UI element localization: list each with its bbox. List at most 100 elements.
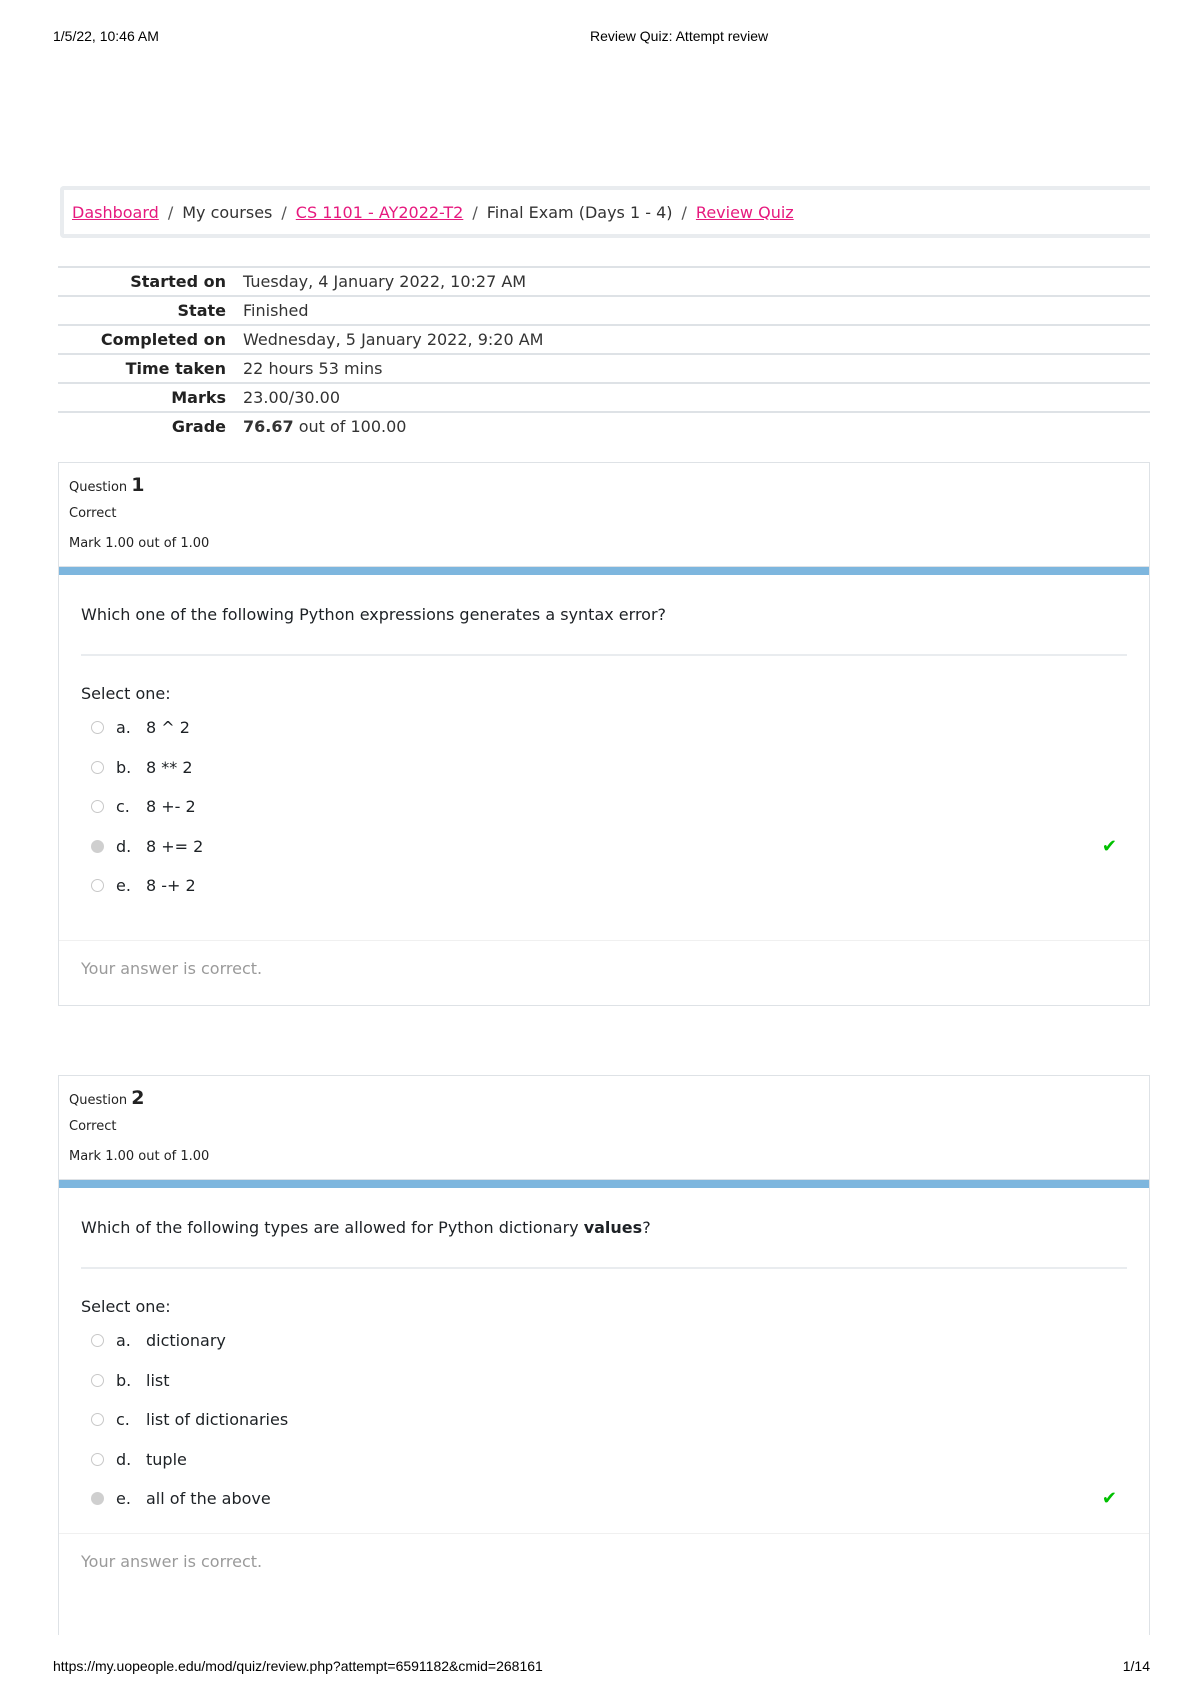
radio-button[interactable] [91, 1413, 104, 1427]
answer-letter: d. [116, 836, 132, 856]
summary-row-completed: Completed on Wednesday, 5 January 2022, … [58, 324, 1150, 354]
question-divider-bar [59, 567, 1149, 575]
answer-option-d[interactable]: d. 8 += 2 ✔ [81, 827, 1127, 867]
question-text: Which of the following types are allowed… [81, 1188, 1127, 1269]
radio-button[interactable] [91, 1452, 104, 1466]
print-url: https://my.uopeople.edu/mod/quiz/review.… [53, 1658, 543, 1674]
question-state: Correct [69, 506, 117, 521]
question-feedback: Your answer is correct. [59, 1532, 1149, 1589]
answer-letter: e. [116, 1489, 131, 1509]
breadcrumb-separator: / [167, 202, 174, 222]
print-footer: https://my.uopeople.edu/mod/quiz/review.… [0, 1658, 1200, 1678]
print-page-number: 1/14 [1122, 1658, 1150, 1674]
answer-text: list [146, 1370, 170, 1390]
select-one-label: Select one: [81, 684, 171, 703]
breadcrumb-review-quiz[interactable]: Review Quiz [696, 203, 794, 222]
breadcrumb-separator: / [281, 202, 287, 222]
summary-row-state: State Finished [58, 295, 1150, 325]
radio-button[interactable] [91, 1373, 104, 1387]
question-mark: Mark 1.00 out of 1.00 [69, 536, 210, 551]
answer-option-c[interactable]: c. 8 +- 2 [81, 787, 1127, 827]
answer-text: dictionary [146, 1331, 226, 1351]
answer-text: 8 -+ 2 [146, 876, 196, 896]
breadcrumb-dashboard[interactable]: Dashboard [72, 203, 159, 222]
breadcrumb-separator: / [472, 202, 478, 222]
question-prefix: Question [69, 480, 128, 495]
answer-letter: c. [116, 1410, 130, 1430]
question-prefix: Question [69, 1093, 128, 1108]
correct-check-icon: ✔ [1101, 1488, 1117, 1510]
select-one-label: Select one: [81, 1297, 171, 1316]
print-header: 1/5/22, 10:46 AM Review Quiz: Attempt re… [0, 28, 1200, 48]
question-text: Which one of the following Python expres… [81, 575, 1127, 656]
answer-option-e[interactable]: e. 8 -+ 2 [81, 866, 1127, 906]
question-feedback: Your answer is correct. [59, 939, 1149, 996]
grade-score: 76.67 [243, 417, 294, 436]
question-info: Question 2 Correct Mark 1.00 out of 1.00 [59, 1076, 1149, 1180]
answer-option-a[interactable]: a. dictionary [81, 1321, 1127, 1361]
answer-letter: a. [116, 718, 131, 738]
answer-text: 8 ^ 2 [146, 718, 190, 738]
question-mark: Mark 1.00 out of 1.00 [69, 1149, 210, 1164]
summary-label: Completed on [58, 324, 243, 354]
question-number: 2 [131, 1087, 145, 1109]
correct-check-icon: ✔ [1101, 835, 1117, 857]
question-text-part: ? [642, 1218, 651, 1237]
radio-button[interactable] [91, 1334, 104, 1348]
breadcrumb-course[interactable]: CS 1101 - AY2022-T2 [296, 203, 464, 222]
answer-text: 8 +- 2 [146, 797, 196, 817]
summary-row-grade: Grade 76.67 out of 100.00 [58, 411, 1150, 440]
radio-button[interactable] [91, 721, 104, 735]
question-1: Question 1 Correct Mark 1.00 out of 1.00… [58, 462, 1150, 1006]
radio-button[interactable] [91, 800, 104, 814]
summary-value: 22 hours 53 mins [243, 353, 1150, 383]
answer-text: tuple [146, 1449, 187, 1469]
grade-out-of: out of 100.00 [293, 417, 407, 436]
answer-letter: b. [116, 757, 132, 777]
question-state: Correct [69, 1119, 117, 1134]
question-2: Question 2 Correct Mark 1.00 out of 1.00… [58, 1075, 1150, 1635]
answer-letter: c. [116, 797, 130, 817]
answer-text: 8 += 2 [146, 836, 204, 856]
answer-option-b[interactable]: b. 8 ** 2 [81, 748, 1127, 788]
answer-option-a[interactable]: a. 8 ^ 2 [81, 708, 1127, 748]
radio-button[interactable] [91, 760, 104, 774]
answer-text: all of the above [146, 1489, 271, 1509]
print-date: 1/5/22, 10:46 AM [53, 28, 159, 44]
answer-letter: b. [116, 1370, 132, 1390]
print-title: Review Quiz: Attempt review [590, 28, 769, 44]
breadcrumb-separator: / [681, 202, 687, 222]
summary-value: Tuesday, 4 January 2022, 10:27 AM [243, 266, 1150, 296]
question-text-part: Which of the following types are allowed… [81, 1218, 584, 1237]
breadcrumb: Dashboard / My courses / CS 1101 - AY202… [60, 186, 1150, 238]
answer-text: list of dictionaries [146, 1410, 289, 1430]
summary-label: Started on [58, 266, 243, 296]
radio-button-selected[interactable] [91, 1492, 104, 1506]
radio-button-selected[interactable] [91, 839, 104, 853]
summary-label: State [58, 295, 243, 325]
summary-row-time-taken: Time taken 22 hours 53 mins [58, 353, 1150, 383]
summary-row-started: Started on Tuesday, 4 January 2022, 10:2… [58, 266, 1150, 296]
summary-row-marks: Marks 23.00/30.00 [58, 382, 1150, 412]
breadcrumb-final-exam: Final Exam (Days 1 - 4) [486, 202, 673, 222]
question-text-emphasis: values [583, 1218, 643, 1237]
summary-value: 23.00/30.00 [243, 382, 1150, 412]
question-divider-bar [59, 1180, 1149, 1188]
answer-option-b[interactable]: b. list [81, 1361, 1127, 1401]
answer-option-e[interactable]: e. all of the above ✔ [81, 1479, 1127, 1519]
summary-label: Time taken [58, 353, 243, 383]
answer-option-c[interactable]: c. list of dictionaries [81, 1400, 1127, 1440]
answer-letter: e. [116, 876, 131, 896]
summary-label: Grade [58, 411, 243, 440]
answer-text: 8 ** 2 [146, 757, 193, 777]
attempt-summary-table: Started on Tuesday, 4 January 2022, 10:2… [58, 266, 1150, 440]
question-content: Which one of the following Python expres… [59, 575, 1149, 906]
radio-button[interactable] [91, 879, 104, 893]
answer-letter: d. [116, 1449, 132, 1469]
question-content: Which of the following types are allowed… [59, 1188, 1149, 1519]
question-info: Question 1 Correct Mark 1.00 out of 1.00 [59, 463, 1149, 567]
summary-value: 76.67 out of 100.00 [243, 411, 1150, 440]
summary-value: Wednesday, 5 January 2022, 9:20 AM [243, 324, 1150, 354]
breadcrumb-my-courses: My courses [182, 202, 273, 222]
answer-option-d[interactable]: d. tuple [81, 1440, 1127, 1480]
